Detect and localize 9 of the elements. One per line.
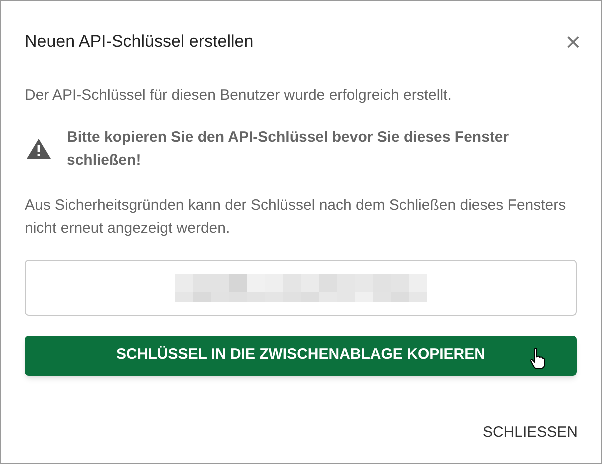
warning-message: Bitte kopieren Sie den API-Schlüssel bevor Sie dieses Fenster schließen! <box>67 128 510 170</box>
hand-cursor-icon <box>530 348 546 370</box>
warning-icon <box>27 138 51 158</box>
copy-key-button[interactable]: SCHLÜSSEL IN DIE ZWISCHENABLAGE KOPIEREN <box>25 336 577 376</box>
security-note: Aus Sicherheitsgründen kann der Schlüssel nach dem Schließen dieses Fensters nicht erneut angezeigt werden. <box>25 196 568 238</box>
dialog-title: Neuen API-Schlüssel erstellen <box>25 31 254 54</box>
api-key-field[interactable] <box>25 260 577 316</box>
success-message: Der API-Schlüssel für diesen Benutzer wurde erfolgreich erstellt. <box>25 86 453 106</box>
close-button[interactable]: SCHLIESSEN <box>482 422 578 444</box>
